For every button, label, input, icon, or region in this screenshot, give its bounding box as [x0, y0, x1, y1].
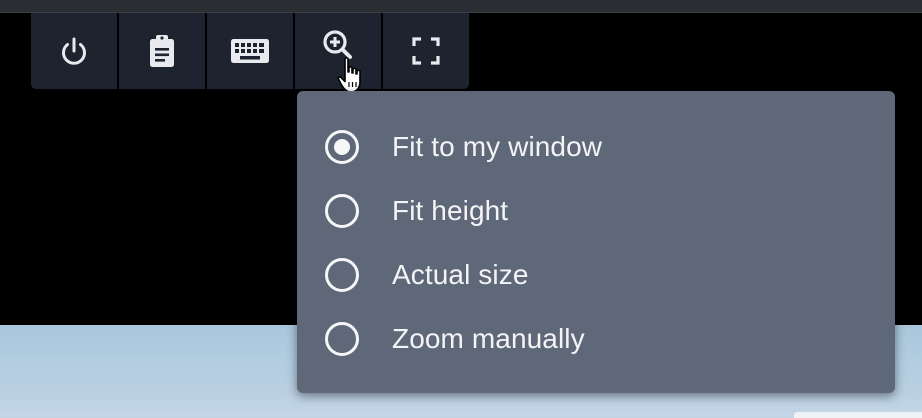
zoom-option-label: Fit to my window — [392, 131, 603, 162]
clipboard-icon — [145, 32, 179, 70]
zoom-option-zoom-manually[interactable]: Zoom manually — [297, 307, 895, 371]
zoom-option-fit-height[interactable]: Fit height — [297, 179, 895, 243]
desktop-taskbar-edge — [794, 412, 922, 418]
clipboard-button[interactable] — [119, 13, 205, 89]
zoom-option-label: Zoom manually — [392, 323, 585, 354]
radio-button[interactable] — [325, 258, 359, 292]
zoom-option-fit-to-window[interactable]: Fit to my window — [297, 115, 895, 179]
top-window-strip — [0, 0, 922, 13]
zoom-option-label: Actual size — [392, 259, 529, 290]
power-icon — [57, 34, 91, 68]
power-button[interactable] — [31, 13, 117, 89]
radio-selected-dot — [334, 139, 350, 155]
keyboard-icon — [229, 36, 271, 66]
radio-button[interactable] — [325, 194, 359, 228]
fullscreen-button[interactable] — [383, 13, 469, 89]
keyboard-button[interactable] — [207, 13, 293, 89]
zoom-option-actual-size[interactable]: Actual size — [297, 243, 895, 307]
remote-desktop-viewer: Fit to my window Fit height Actual size … — [0, 0, 922, 418]
radio-button[interactable] — [325, 322, 359, 356]
zoom-options-menu: Fit to my window Fit height Actual size … — [297, 91, 895, 393]
viewer-toolbar — [31, 13, 469, 89]
fullscreen-icon — [411, 36, 441, 66]
hand-pointer-cursor-icon — [337, 57, 361, 93]
radio-button-selected[interactable] — [325, 130, 359, 164]
zoom-option-label: Fit height — [392, 195, 509, 226]
